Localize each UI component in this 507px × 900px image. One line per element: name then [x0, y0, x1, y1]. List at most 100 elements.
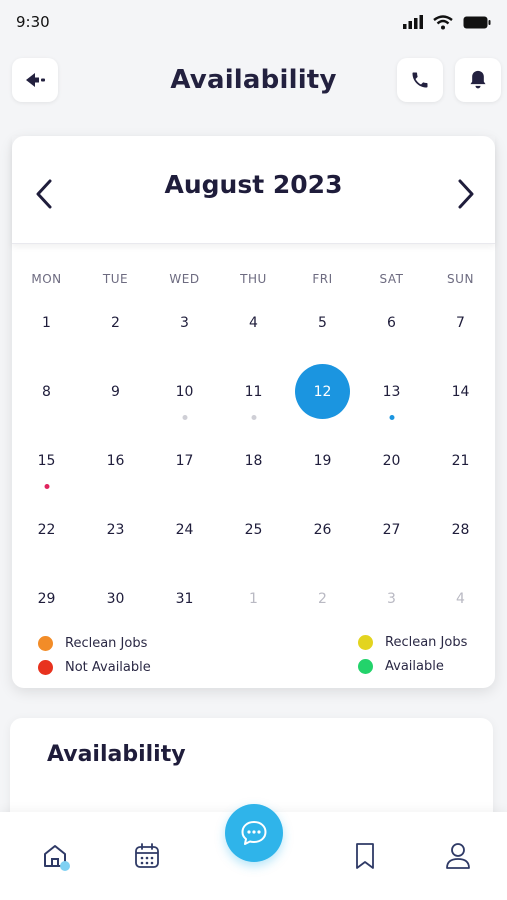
legend-item: Not Available [38, 660, 151, 675]
day-cell[interactable]: 29 [12, 564, 81, 633]
day-number: 25 [244, 521, 263, 538]
day-number: 3 [387, 590, 396, 607]
day-number: 27 [382, 521, 401, 538]
day-cell[interactable]: 2 [81, 288, 150, 357]
app-header: Availability [0, 52, 507, 108]
day-number: 15 [37, 452, 56, 469]
day-number: 29 [37, 590, 56, 607]
day-cell[interactable]: 19 [288, 426, 357, 495]
bell-icon [470, 70, 486, 89]
legend-item: Reclean Jobs [358, 635, 467, 650]
call-button[interactable] [397, 58, 443, 102]
day-cell[interactable]: 11 [219, 357, 288, 426]
day-cell[interactable]: 27 [357, 495, 426, 564]
day-cell[interactable]: 4 [426, 564, 495, 633]
month-title: August 2023 [164, 170, 343, 199]
day-cell[interactable]: 1 [12, 288, 81, 357]
status-time: 9:30 [16, 13, 50, 31]
day-number: 19 [313, 452, 332, 469]
calendar-icon [135, 843, 159, 868]
day-number: 3 [180, 314, 189, 331]
event-dot [389, 415, 394, 420]
day-cell[interactable]: 8 [12, 357, 81, 426]
chat-icon [241, 821, 267, 845]
day-cell[interactable]: 15 [12, 426, 81, 495]
event-dot [251, 415, 256, 420]
day-cell[interactable]: 30 [81, 564, 150, 633]
day-number: 30 [106, 590, 125, 607]
day-cell[interactable]: 25 [219, 495, 288, 564]
day-cell[interactable]: 24 [150, 495, 219, 564]
legend-swatch [38, 636, 53, 651]
day-cell[interactable]: 18 [219, 426, 288, 495]
legend-swatch [38, 660, 53, 675]
day-number: 7 [456, 314, 465, 331]
day-cell[interactable]: 5 [288, 288, 357, 357]
back-button[interactable] [12, 58, 58, 102]
nav-bookmarks[interactable] [345, 836, 385, 876]
day-cell[interactable]: 31 [150, 564, 219, 633]
bookmark-icon [356, 843, 374, 869]
nav-calendar[interactable] [127, 836, 167, 876]
day-number: 11 [244, 383, 263, 400]
calendar-card: August 2023 MON TUE WED THU FRI SAT SUN 123456… [12, 136, 495, 688]
day-cell[interactable]: 9 [81, 357, 150, 426]
day-cell[interactable]: 22 [12, 495, 81, 564]
day-number: 20 [382, 452, 401, 469]
day-cell[interactable]: 3 [150, 288, 219, 357]
day-number: 24 [175, 521, 194, 538]
day-number: 9 [111, 383, 120, 400]
day-number: 12 [295, 364, 350, 419]
event-dot [182, 415, 187, 420]
day-number: 8 [42, 383, 51, 400]
day-number: 21 [451, 452, 470, 469]
page-title: Availability [170, 65, 337, 95]
nav-home[interactable] [36, 836, 76, 876]
day-cell[interactable]: 10 [150, 357, 219, 426]
previous-month-button[interactable] [26, 174, 62, 214]
legend-swatch [358, 635, 373, 650]
legend: Reclean Jobs Not Available Reclean Jobs … [12, 635, 495, 680]
day-number: 4 [456, 590, 465, 607]
day-cell[interactable]: 26 [288, 495, 357, 564]
day-cell[interactable]: 3 [357, 564, 426, 633]
day-number: 23 [106, 521, 125, 538]
home-icon [44, 845, 70, 871]
day-cell[interactable]: 17 [150, 426, 219, 495]
day-cell[interactable]: 4 [219, 288, 288, 357]
availability-section-title: Availability [47, 742, 186, 767]
day-cell-selected[interactable]: 12 [288, 357, 357, 426]
nav-profile[interactable] [438, 836, 478, 876]
day-number: 1 [42, 314, 51, 331]
day-number: 22 [37, 521, 56, 538]
day-cell[interactable]: 21 [426, 426, 495, 495]
day-number: 1 [249, 590, 258, 607]
day-cell[interactable]: 16 [81, 426, 150, 495]
day-grid: 1 2 3 4 5 6 7 8 9 10 11 12 13 14 15 16 17 18 19 20 21 22 23 24 2… [12, 288, 495, 633]
day-cell[interactable]: 20 [357, 426, 426, 495]
legend-label: Not Available [65, 660, 151, 675]
legend-swatch [358, 659, 373, 674]
battery-icon [463, 16, 491, 28]
day-cell[interactable]: 23 [81, 495, 150, 564]
day-cell[interactable]: 28 [426, 495, 495, 564]
month-header: August 2023 [12, 136, 495, 244]
day-cell[interactable]: 7 [426, 288, 495, 357]
day-cell[interactable]: 2 [288, 564, 357, 633]
status-bar: 9:30 [0, 0, 507, 48]
day-number: 6 [387, 314, 396, 331]
day-cell[interactable]: 14 [426, 357, 495, 426]
day-cell[interactable]: 13 [357, 357, 426, 426]
next-month-button[interactable] [448, 174, 484, 214]
day-cell[interactable]: 6 [357, 288, 426, 357]
day-number: 5 [318, 314, 327, 331]
legend-label: Available [385, 659, 444, 674]
day-cell[interactable]: 1 [219, 564, 288, 633]
wifi-icon [433, 14, 453, 29]
day-number: 17 [175, 452, 194, 469]
notifications-button[interactable] [455, 58, 501, 102]
chat-button[interactable] [225, 804, 283, 862]
day-number: 28 [451, 521, 470, 538]
day-number: 31 [175, 590, 194, 607]
phone-icon [412, 72, 428, 88]
